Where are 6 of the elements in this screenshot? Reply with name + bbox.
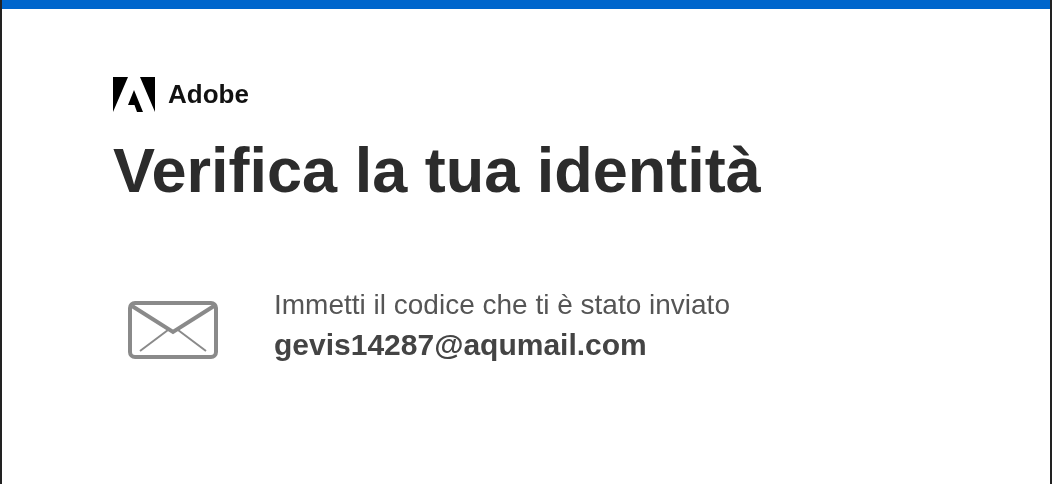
logo-icon bbox=[113, 77, 155, 112]
brand-name: Adobe bbox=[168, 79, 249, 110]
page-heading: Verifica la tua identità bbox=[113, 136, 762, 206]
email-address: gevis14287@aqumail.com bbox=[274, 327, 648, 364]
envelope-icon bbox=[128, 300, 218, 359]
instruction-text: Immetti il codice che ti è stato inviato bbox=[274, 288, 730, 323]
